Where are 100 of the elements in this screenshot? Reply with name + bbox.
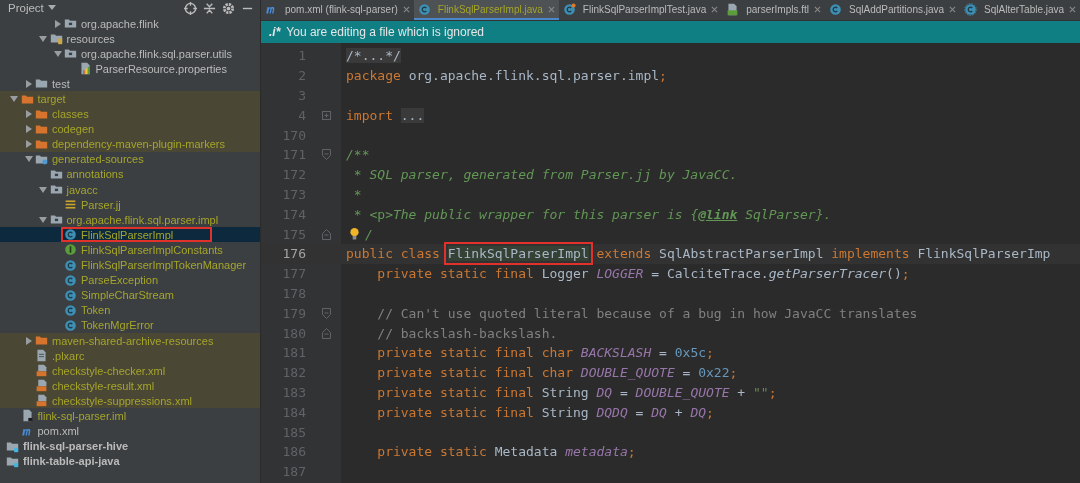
tree-item[interactable]: FlinkSqlParserImplTokenManager — [0, 257, 260, 273]
package-folder-icon — [64, 17, 77, 31]
code-line: import ... — [345, 107, 425, 123]
close-icon[interactable] — [949, 5, 957, 13]
editor-tab[interactable]: parserImpls.ftl — [722, 0, 825, 20]
close-icon[interactable] — [402, 5, 410, 13]
class-icon — [64, 318, 77, 332]
code-line: * SQL parser, generated from Parser.jj by JavaCC. — [352, 167, 738, 183]
module-file-icon — [20, 409, 34, 423]
tree-item[interactable]: checkstyle-checker.xml — [0, 363, 260, 379]
locate-icon[interactable] — [184, 1, 197, 15]
expanded-arrow-icon[interactable] — [24, 155, 33, 164]
editor-tab[interactable]: FlinkSqlParserImplTest.java — [558, 0, 723, 20]
dropdown-caret-icon[interactable] — [47, 5, 56, 11]
text-file-icon — [64, 198, 77, 212]
class-icon — [64, 288, 77, 302]
tree-item[interactable]: maven-shared-archive-resources — [0, 332, 260, 349]
expanded-arrow-icon[interactable] — [39, 185, 47, 194]
tree-item[interactable]: flink-sql-parser.iml — [0, 408, 260, 424]
code-line: private static final Logger LOGGER = CalciteTrace.getParserTracer(); — [376, 266, 910, 282]
collapsed-arrow-icon[interactable] — [24, 110, 33, 119]
tree-item[interactable]: generated-sources — [0, 151, 260, 167]
tree-item[interactable]: flink-sql-parser-hive — [0, 438, 260, 454]
collapsed-arrow-icon[interactable] — [53, 19, 62, 28]
tree-item[interactable]: org.apache.flink.sql.parser.impl — [0, 212, 260, 228]
test-class-icon — [562, 2, 576, 16]
template-file-icon — [726, 2, 740, 16]
tree-item[interactable]: checkstyle-result.xml — [0, 378, 260, 394]
code-line: /** — [345, 147, 370, 163]
expand-fold-icon[interactable] — [322, 109, 331, 121]
code-line: private static final String DQDQ = DQ + DQ; — [376, 404, 714, 420]
code-line: * <p>The public wrapper for this parser is {@link SqlParser}. — [352, 206, 832, 222]
editor-tab[interactable]: pom.xml (flink-sql-parser) — [261, 0, 414, 20]
class-icon — [64, 303, 77, 317]
tree-item[interactable]: org.apache.flink — [0, 16, 260, 32]
expanded-arrow-icon[interactable] — [39, 215, 47, 224]
source-folder-icon — [35, 152, 48, 166]
tree-item[interactable]: FlinkSqlParserImpl — [0, 227, 260, 243]
class-icon — [64, 273, 77, 287]
expanded-arrow-icon[interactable] — [53, 49, 62, 58]
properties-file-icon — [78, 62, 92, 76]
tree-item[interactable]: FlinkSqlParserImplConstants — [0, 242, 260, 258]
fold-marker-icon[interactable] — [322, 327, 331, 339]
notification-message: You are editing a file which is ignored — [286, 25, 485, 39]
tree-item[interactable]: target — [0, 91, 260, 107]
xml-file-icon — [35, 364, 48, 378]
abstract-class-icon — [964, 2, 978, 16]
collapsed-arrow-icon[interactable] — [24, 79, 33, 88]
tree-item[interactable]: Token — [0, 302, 260, 318]
lightbulb-icon[interactable] — [349, 227, 360, 242]
collapse-all-icon[interactable] — [203, 1, 216, 15]
tree-item[interactable]: .plxarc — [0, 348, 260, 364]
fold-marker-icon[interactable] — [322, 307, 331, 319]
class-icon — [417, 2, 431, 16]
module-folder-icon — [6, 454, 19, 468]
expanded-arrow-icon[interactable] — [10, 95, 18, 103]
tree-item[interactable]: javacc — [0, 182, 260, 198]
editor-tab[interactable]: SqlAlterTable.java — [960, 0, 1080, 20]
close-icon[interactable] — [1069, 5, 1077, 13]
tree-item[interactable]: ParserResource.properties — [0, 61, 260, 77]
xml-file-icon — [35, 394, 48, 408]
tree-item[interactable]: test — [0, 76, 260, 92]
project-view-dropdown[interactable]: Project — [8, 2, 56, 14]
tree-item[interactable]: annotations — [0, 166, 260, 183]
tree-item[interactable]: checkstyle-suppressions.xml — [0, 393, 260, 409]
tree-item[interactable]: flink-table-api-java — [0, 453, 260, 469]
tree-item[interactable]: ParseException — [0, 272, 260, 288]
package-folder-icon — [64, 47, 77, 61]
line-number: 176 — [281, 246, 306, 262]
expanded-arrow-icon[interactable] — [39, 34, 47, 43]
code-line: private static final String DQ = DOUBLE_QUOTE + ""; — [376, 384, 777, 400]
tree-item[interactable]: TokenMgrError — [0, 317, 260, 333]
folder-icon — [35, 77, 48, 91]
editor-tab[interactable]: SqlAddPartitions.java — [825, 0, 961, 20]
tree-item[interactable]: org.apache.flink.sql.parser.utils — [0, 46, 260, 62]
editor-tab[interactable]: FlinkSqlParserImpl.java — [413, 0, 559, 20]
tree-item[interactable]: Parser.jj — [0, 197, 260, 213]
code-line: package org.apache.flink.sql.parser.impl; — [345, 68, 667, 84]
code-line: / — [364, 226, 373, 242]
collapsed-arrow-icon[interactable] — [24, 336, 33, 345]
class-icon — [64, 258, 77, 272]
fold-marker-icon[interactable] — [322, 228, 331, 240]
module-folder-icon — [6, 439, 19, 453]
folder-icon — [35, 122, 48, 136]
folder-icon — [35, 137, 48, 151]
file-icon — [35, 349, 48, 363]
settings-icon[interactable] — [222, 1, 235, 15]
fold-marker-icon[interactable] — [322, 149, 331, 161]
resources-folder-icon — [49, 32, 63, 46]
close-icon[interactable] — [814, 5, 821, 13]
package-folder-icon — [49, 183, 63, 197]
collapsed-arrow-icon[interactable] — [24, 125, 33, 134]
package-folder-icon — [49, 168, 63, 181]
collapsed-arrow-icon[interactable] — [24, 140, 33, 149]
tree-item[interactable]: resources — [0, 31, 260, 47]
close-icon[interactable] — [547, 5, 555, 13]
tree-item[interactable]: SimpleCharStream — [0, 287, 260, 303]
tree-item[interactable]: pom.xml — [0, 423, 260, 439]
code-line: private static final char BACKSLASH = 0x5c; — [376, 345, 714, 361]
close-icon[interactable] — [711, 5, 719, 13]
